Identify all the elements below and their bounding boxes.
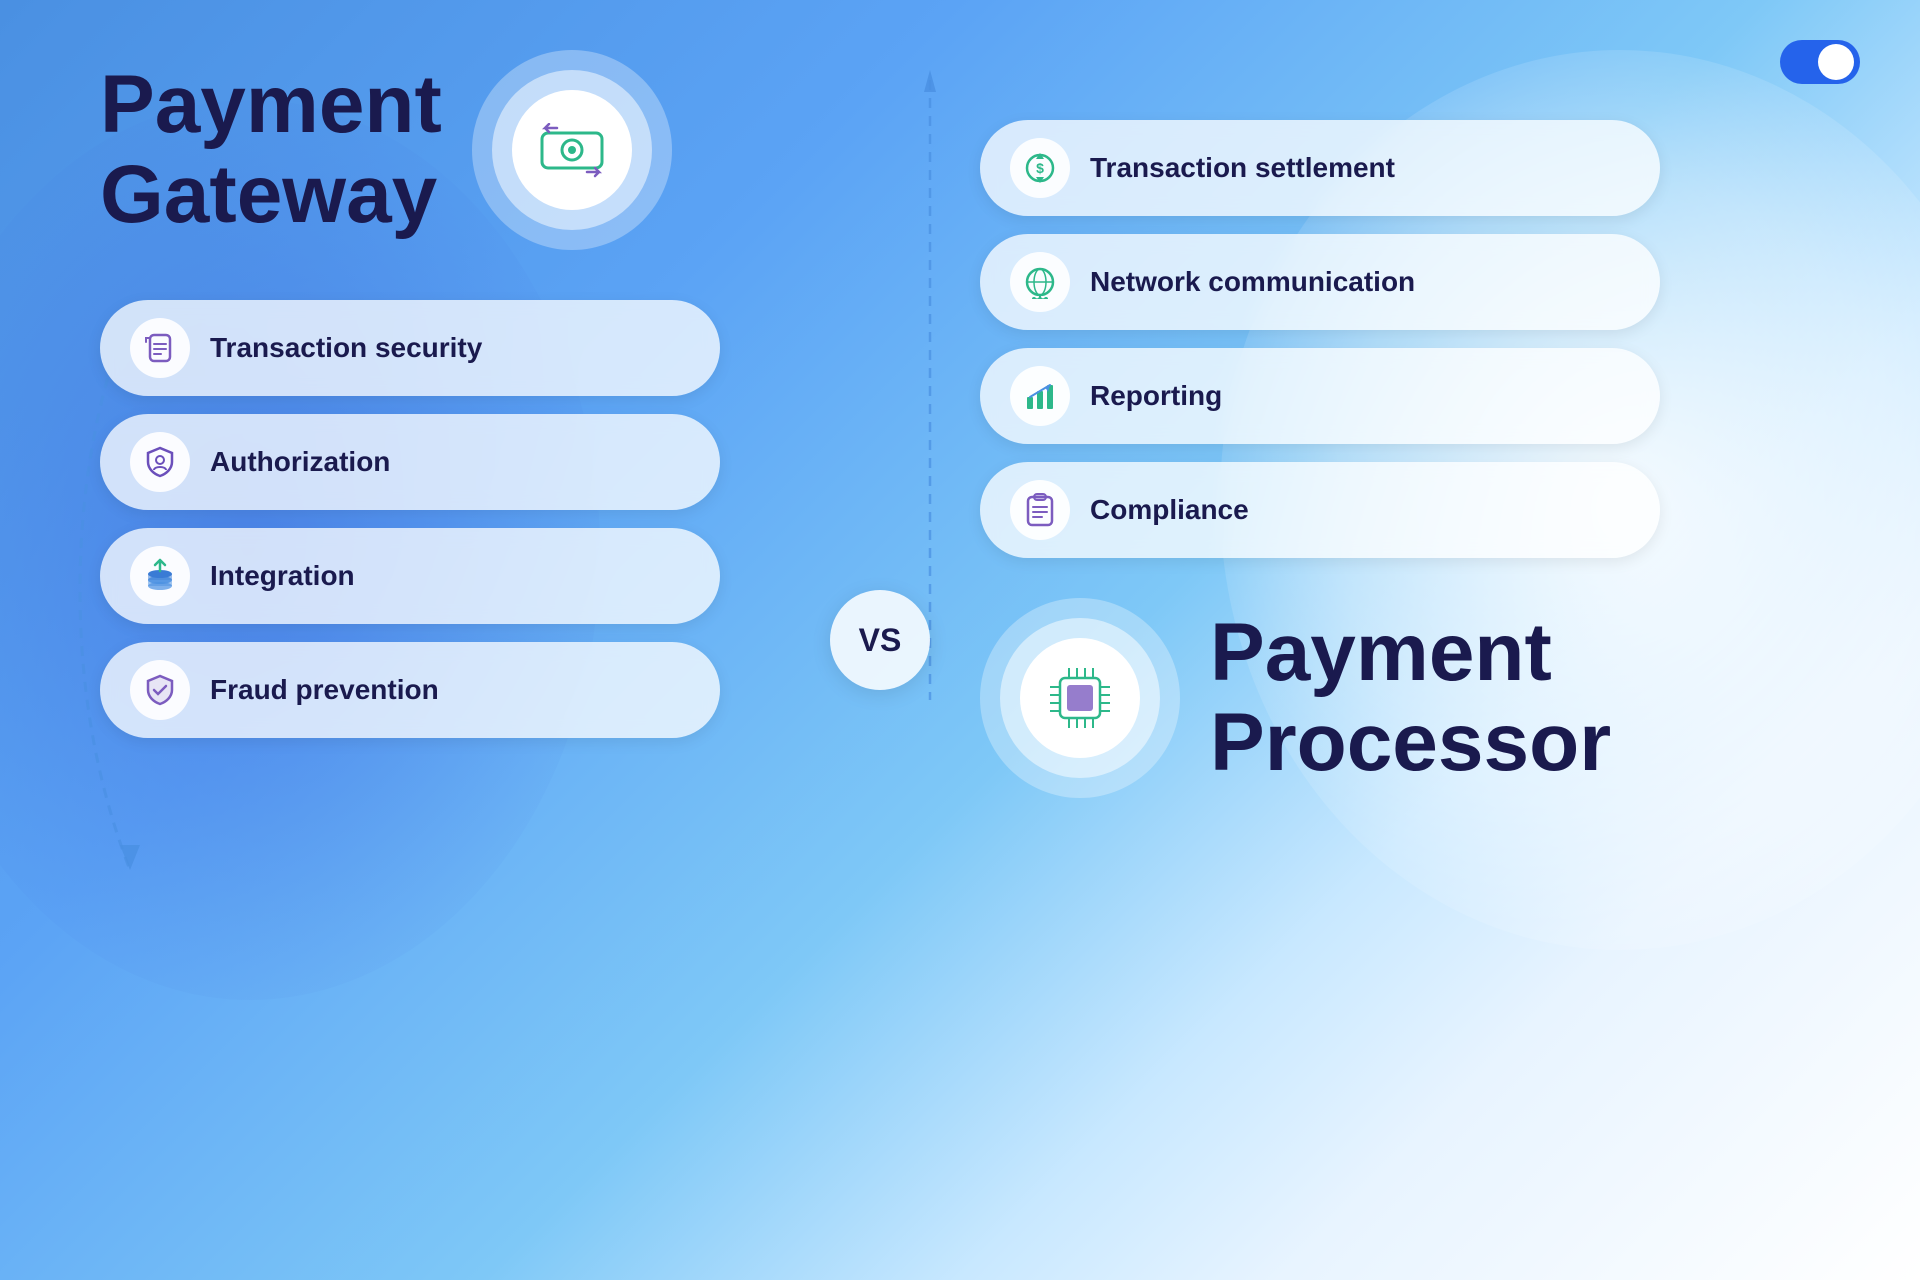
fraud-prevention-icon — [130, 660, 190, 720]
network-communication-label: Network communication — [1090, 266, 1415, 298]
vs-divider: VS — [830, 590, 930, 690]
transaction-settlement-icon: $ — [1010, 138, 1070, 198]
gateway-title-line1: Payment — [100, 60, 442, 150]
right-panel: $ Transaction settlement — [860, 0, 1920, 1280]
title-area: Payment Gateway — [100, 60, 672, 250]
reporting-icon — [1010, 366, 1070, 426]
feature-item-network-communication: Network communication — [980, 234, 1660, 330]
vs-label: VS — [859, 622, 902, 659]
main-content: Payment Gateway — [0, 0, 1920, 1280]
authorization-label: Authorization — [210, 446, 390, 478]
circle-inner — [512, 90, 632, 210]
vs-circle: VS — [830, 590, 930, 690]
payment-gateway-icon-container — [472, 50, 672, 250]
transaction-security-label: Transaction security — [210, 332, 482, 364]
right-bottom: Payment Processor — [980, 598, 1840, 798]
compliance-label: Compliance — [1090, 494, 1249, 526]
processor-title-line1: Payment — [1210, 608, 1611, 698]
feature-item-integration: Integration — [100, 528, 720, 624]
feature-item-compliance: Compliance — [980, 462, 1660, 558]
processor-circle-outer — [980, 598, 1180, 798]
transaction-settlement-label: Transaction settlement — [1090, 152, 1395, 184]
left-feature-list: Transaction security Authorization — [100, 300, 720, 738]
integration-icon — [130, 546, 190, 606]
gateway-title-line2: Gateway — [100, 150, 442, 240]
reporting-label: Reporting — [1090, 380, 1222, 412]
network-communication-icon — [1010, 252, 1070, 312]
svg-text:$: $ — [1036, 160, 1044, 176]
circle-middle — [492, 70, 652, 230]
feature-item-reporting: Reporting — [980, 348, 1660, 444]
fraud-prevention-label: Fraud prevention — [210, 674, 439, 706]
processor-icon-container — [980, 598, 1180, 798]
feature-item-authorization: Authorization — [100, 414, 720, 510]
feature-item-transaction-settlement: $ Transaction settlement — [980, 120, 1660, 216]
compliance-icon — [1010, 480, 1070, 540]
processor-chip-icon — [1045, 663, 1115, 733]
toggle-button[interactable] — [1780, 40, 1860, 89]
right-feature-list: $ Transaction settlement — [980, 120, 1660, 558]
processor-title-line2: Processor — [1210, 698, 1611, 788]
feature-item-fraud-prevention: Fraud prevention — [100, 642, 720, 738]
integration-label: Integration — [210, 560, 355, 592]
processor-circle-inner — [1020, 638, 1140, 758]
authorization-icon — [130, 432, 190, 492]
processor-circle-middle — [1000, 618, 1160, 778]
feature-item-transaction-security: Transaction security — [100, 300, 720, 396]
circle-outer — [472, 50, 672, 250]
processor-title-area: Payment Processor — [1210, 608, 1611, 788]
money-transfer-icon — [537, 123, 607, 178]
left-panel: Payment Gateway — [0, 0, 860, 1280]
transaction-security-icon — [130, 318, 190, 378]
